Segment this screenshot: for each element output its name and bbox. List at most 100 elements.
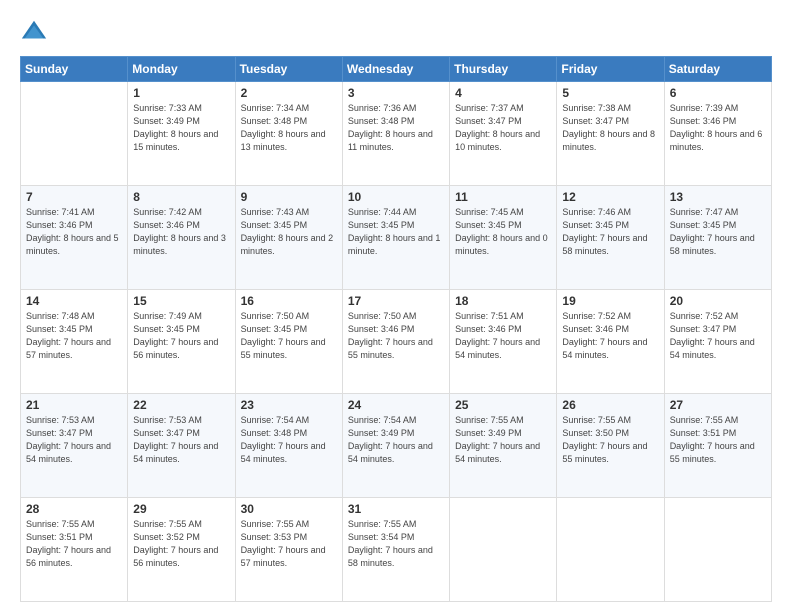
day-number: 26 xyxy=(562,398,658,412)
calendar-cell: 27 Sunrise: 7:55 AMSunset: 3:51 PMDayligh… xyxy=(664,394,771,498)
day-info: Sunrise: 7:55 AMSunset: 3:52 PMDaylight:… xyxy=(133,518,229,570)
calendar-cell: 15Sunrise: 7:49 AMSunset: 3:45 PMDayligh… xyxy=(128,290,235,394)
calendar-cell: 30 Sunrise: 7:55 AMSunset: 3:53 PMDayligh… xyxy=(235,498,342,602)
day-number: 25 xyxy=(455,398,551,412)
calendar-header-row: SundayMondayTuesdayWednesdayThursdayFrid… xyxy=(21,57,772,82)
week-row-3: 21 Sunrise: 7:53 AMSunset: 3:47 PMDayligh… xyxy=(21,394,772,498)
calendar-cell xyxy=(21,82,128,186)
calendar-cell xyxy=(557,498,664,602)
day-info: Sunrise: 7:43 AMSunset: 3:45 PMDaylight:… xyxy=(241,206,337,258)
calendar-cell: 16 Sunrise: 7:50 AMSunset: 3:45 PMDayligh… xyxy=(235,290,342,394)
col-header-saturday: Saturday xyxy=(664,57,771,82)
calendar-cell: 23 Sunrise: 7:54 AMSunset: 3:48 PMDayligh… xyxy=(235,394,342,498)
calendar-cell: 18 Sunrise: 7:51 AMSunset: 3:46 PMDayligh… xyxy=(450,290,557,394)
day-number: 22 xyxy=(133,398,229,412)
calendar-cell: 3 Sunrise: 7:36 AMSunset: 3:48 PMDaylight… xyxy=(342,82,449,186)
day-info: Sunrise: 7:51 AMSunset: 3:46 PMDaylight:… xyxy=(455,310,551,362)
day-number: 20 xyxy=(670,294,766,308)
day-info: Sunrise: 7:50 AMSunset: 3:45 PMDaylight:… xyxy=(241,310,337,362)
day-info: Sunrise: 7:55 AMSunset: 3:49 PMDaylight:… xyxy=(455,414,551,466)
col-header-monday: Monday xyxy=(128,57,235,82)
day-number: 14 xyxy=(26,294,122,308)
day-number: 11 xyxy=(455,190,551,204)
calendar-cell: 9 Sunrise: 7:43 AMSunset: 3:45 PMDaylight… xyxy=(235,186,342,290)
day-info: Sunrise: 7:55 AMSunset: 3:53 PMDaylight:… xyxy=(241,518,337,570)
day-info: Sunrise: 7:38 AMSunset: 3:47 PMDaylight:… xyxy=(562,102,658,154)
day-info: Sunrise: 7:42 AMSunset: 3:46 PMDaylight:… xyxy=(133,206,229,258)
day-info: Sunrise: 7:50 AMSunset: 3:46 PMDaylight:… xyxy=(348,310,444,362)
col-header-sunday: Sunday xyxy=(21,57,128,82)
calendar-cell: 4 Sunrise: 7:37 AMSunset: 3:47 PMDaylight… xyxy=(450,82,557,186)
calendar-cell: 13Sunrise: 7:47 AMSunset: 3:45 PMDayligh… xyxy=(664,186,771,290)
day-number: 3 xyxy=(348,86,444,100)
day-info: Sunrise: 7:41 AMSunset: 3:46 PMDaylight:… xyxy=(26,206,122,258)
day-number: 29 xyxy=(133,502,229,516)
col-header-friday: Friday xyxy=(557,57,664,82)
calendar-cell: 1Sunrise: 7:33 AMSunset: 3:49 PMDaylight… xyxy=(128,82,235,186)
day-info: Sunrise: 7:52 AMSunset: 3:47 PMDaylight:… xyxy=(670,310,766,362)
day-number: 24 xyxy=(348,398,444,412)
calendar-cell: 25 Sunrise: 7:55 AMSunset: 3:49 PMDayligh… xyxy=(450,394,557,498)
logo-icon xyxy=(20,18,48,46)
day-info: Sunrise: 7:36 AMSunset: 3:48 PMDaylight:… xyxy=(348,102,444,154)
calendar-cell: 2 Sunrise: 7:34 AMSunset: 3:48 PMDaylight… xyxy=(235,82,342,186)
day-info: Sunrise: 7:46 AMSunset: 3:45 PMDaylight:… xyxy=(562,206,658,258)
calendar-cell xyxy=(664,498,771,602)
calendar-cell xyxy=(450,498,557,602)
calendar-cell: 10 Sunrise: 7:44 AMSunset: 3:45 PMDayligh… xyxy=(342,186,449,290)
day-info: Sunrise: 7:34 AMSunset: 3:48 PMDaylight:… xyxy=(241,102,337,154)
day-info: Sunrise: 7:55 AMSunset: 3:51 PMDaylight:… xyxy=(670,414,766,466)
col-header-wednesday: Wednesday xyxy=(342,57,449,82)
day-number: 27 xyxy=(670,398,766,412)
day-number: 9 xyxy=(241,190,337,204)
calendar-cell: 24Sunrise: 7:54 AMSunset: 3:49 PMDayligh… xyxy=(342,394,449,498)
day-info: Sunrise: 7:45 AMSunset: 3:45 PMDaylight:… xyxy=(455,206,551,258)
page: SundayMondayTuesdayWednesdayThursdayFrid… xyxy=(0,0,792,612)
day-number: 12 xyxy=(562,190,658,204)
day-info: Sunrise: 7:39 AMSunset: 3:46 PMDaylight:… xyxy=(670,102,766,154)
day-info: Sunrise: 7:44 AMSunset: 3:45 PMDaylight:… xyxy=(348,206,444,258)
logo xyxy=(20,18,52,46)
day-info: Sunrise: 7:53 AMSunset: 3:47 PMDaylight:… xyxy=(133,414,229,466)
day-number: 10 xyxy=(348,190,444,204)
day-number: 30 xyxy=(241,502,337,516)
day-number: 2 xyxy=(241,86,337,100)
day-number: 5 xyxy=(562,86,658,100)
day-info: Sunrise: 7:54 AMSunset: 3:48 PMDaylight:… xyxy=(241,414,337,466)
calendar-cell: 14Sunrise: 7:48 AMSunset: 3:45 PMDayligh… xyxy=(21,290,128,394)
header xyxy=(20,18,772,46)
day-number: 13 xyxy=(670,190,766,204)
day-number: 4 xyxy=(455,86,551,100)
day-number: 21 xyxy=(26,398,122,412)
calendar-cell: 17 Sunrise: 7:50 AMSunset: 3:46 PMDayligh… xyxy=(342,290,449,394)
calendar-cell: 21 Sunrise: 7:53 AMSunset: 3:47 PMDayligh… xyxy=(21,394,128,498)
calendar-table: SundayMondayTuesdayWednesdayThursdayFrid… xyxy=(20,56,772,602)
day-info: Sunrise: 7:55 AMSunset: 3:50 PMDaylight:… xyxy=(562,414,658,466)
day-info: Sunrise: 7:37 AMSunset: 3:47 PMDaylight:… xyxy=(455,102,551,154)
day-info: Sunrise: 7:53 AMSunset: 3:47 PMDaylight:… xyxy=(26,414,122,466)
calendar-cell: 11 Sunrise: 7:45 AMSunset: 3:45 PMDayligh… xyxy=(450,186,557,290)
calendar-cell: 5 Sunrise: 7:38 AMSunset: 3:47 PMDaylight… xyxy=(557,82,664,186)
day-info: Sunrise: 7:55 AMSunset: 3:54 PMDaylight:… xyxy=(348,518,444,570)
calendar-cell: 12 Sunrise: 7:46 AMSunset: 3:45 PMDayligh… xyxy=(557,186,664,290)
calendar-cell: 29 Sunrise: 7:55 AMSunset: 3:52 PMDayligh… xyxy=(128,498,235,602)
calendar-cell: 22 Sunrise: 7:53 AMSunset: 3:47 PMDayligh… xyxy=(128,394,235,498)
day-number: 18 xyxy=(455,294,551,308)
col-header-tuesday: Tuesday xyxy=(235,57,342,82)
day-info: Sunrise: 7:33 AMSunset: 3:49 PMDaylight:… xyxy=(133,102,229,154)
calendar-cell: 19Sunrise: 7:52 AMSunset: 3:46 PMDayligh… xyxy=(557,290,664,394)
day-number: 28 xyxy=(26,502,122,516)
calendar-cell: 20 Sunrise: 7:52 AMSunset: 3:47 PMDayligh… xyxy=(664,290,771,394)
day-number: 8 xyxy=(133,190,229,204)
calendar-cell: 28Sunrise: 7:55 AMSunset: 3:51 PMDayligh… xyxy=(21,498,128,602)
week-row-0: 1Sunrise: 7:33 AMSunset: 3:49 PMDaylight… xyxy=(21,82,772,186)
day-number: 23 xyxy=(241,398,337,412)
day-number: 17 xyxy=(348,294,444,308)
week-row-4: 28Sunrise: 7:55 AMSunset: 3:51 PMDayligh… xyxy=(21,498,772,602)
day-number: 16 xyxy=(241,294,337,308)
day-number: 19 xyxy=(562,294,658,308)
day-number: 7 xyxy=(26,190,122,204)
calendar-cell: 8 Sunrise: 7:42 AMSunset: 3:46 PMDaylight… xyxy=(128,186,235,290)
col-header-thursday: Thursday xyxy=(450,57,557,82)
calendar-cell: 7 Sunrise: 7:41 AMSunset: 3:46 PMDaylight… xyxy=(21,186,128,290)
